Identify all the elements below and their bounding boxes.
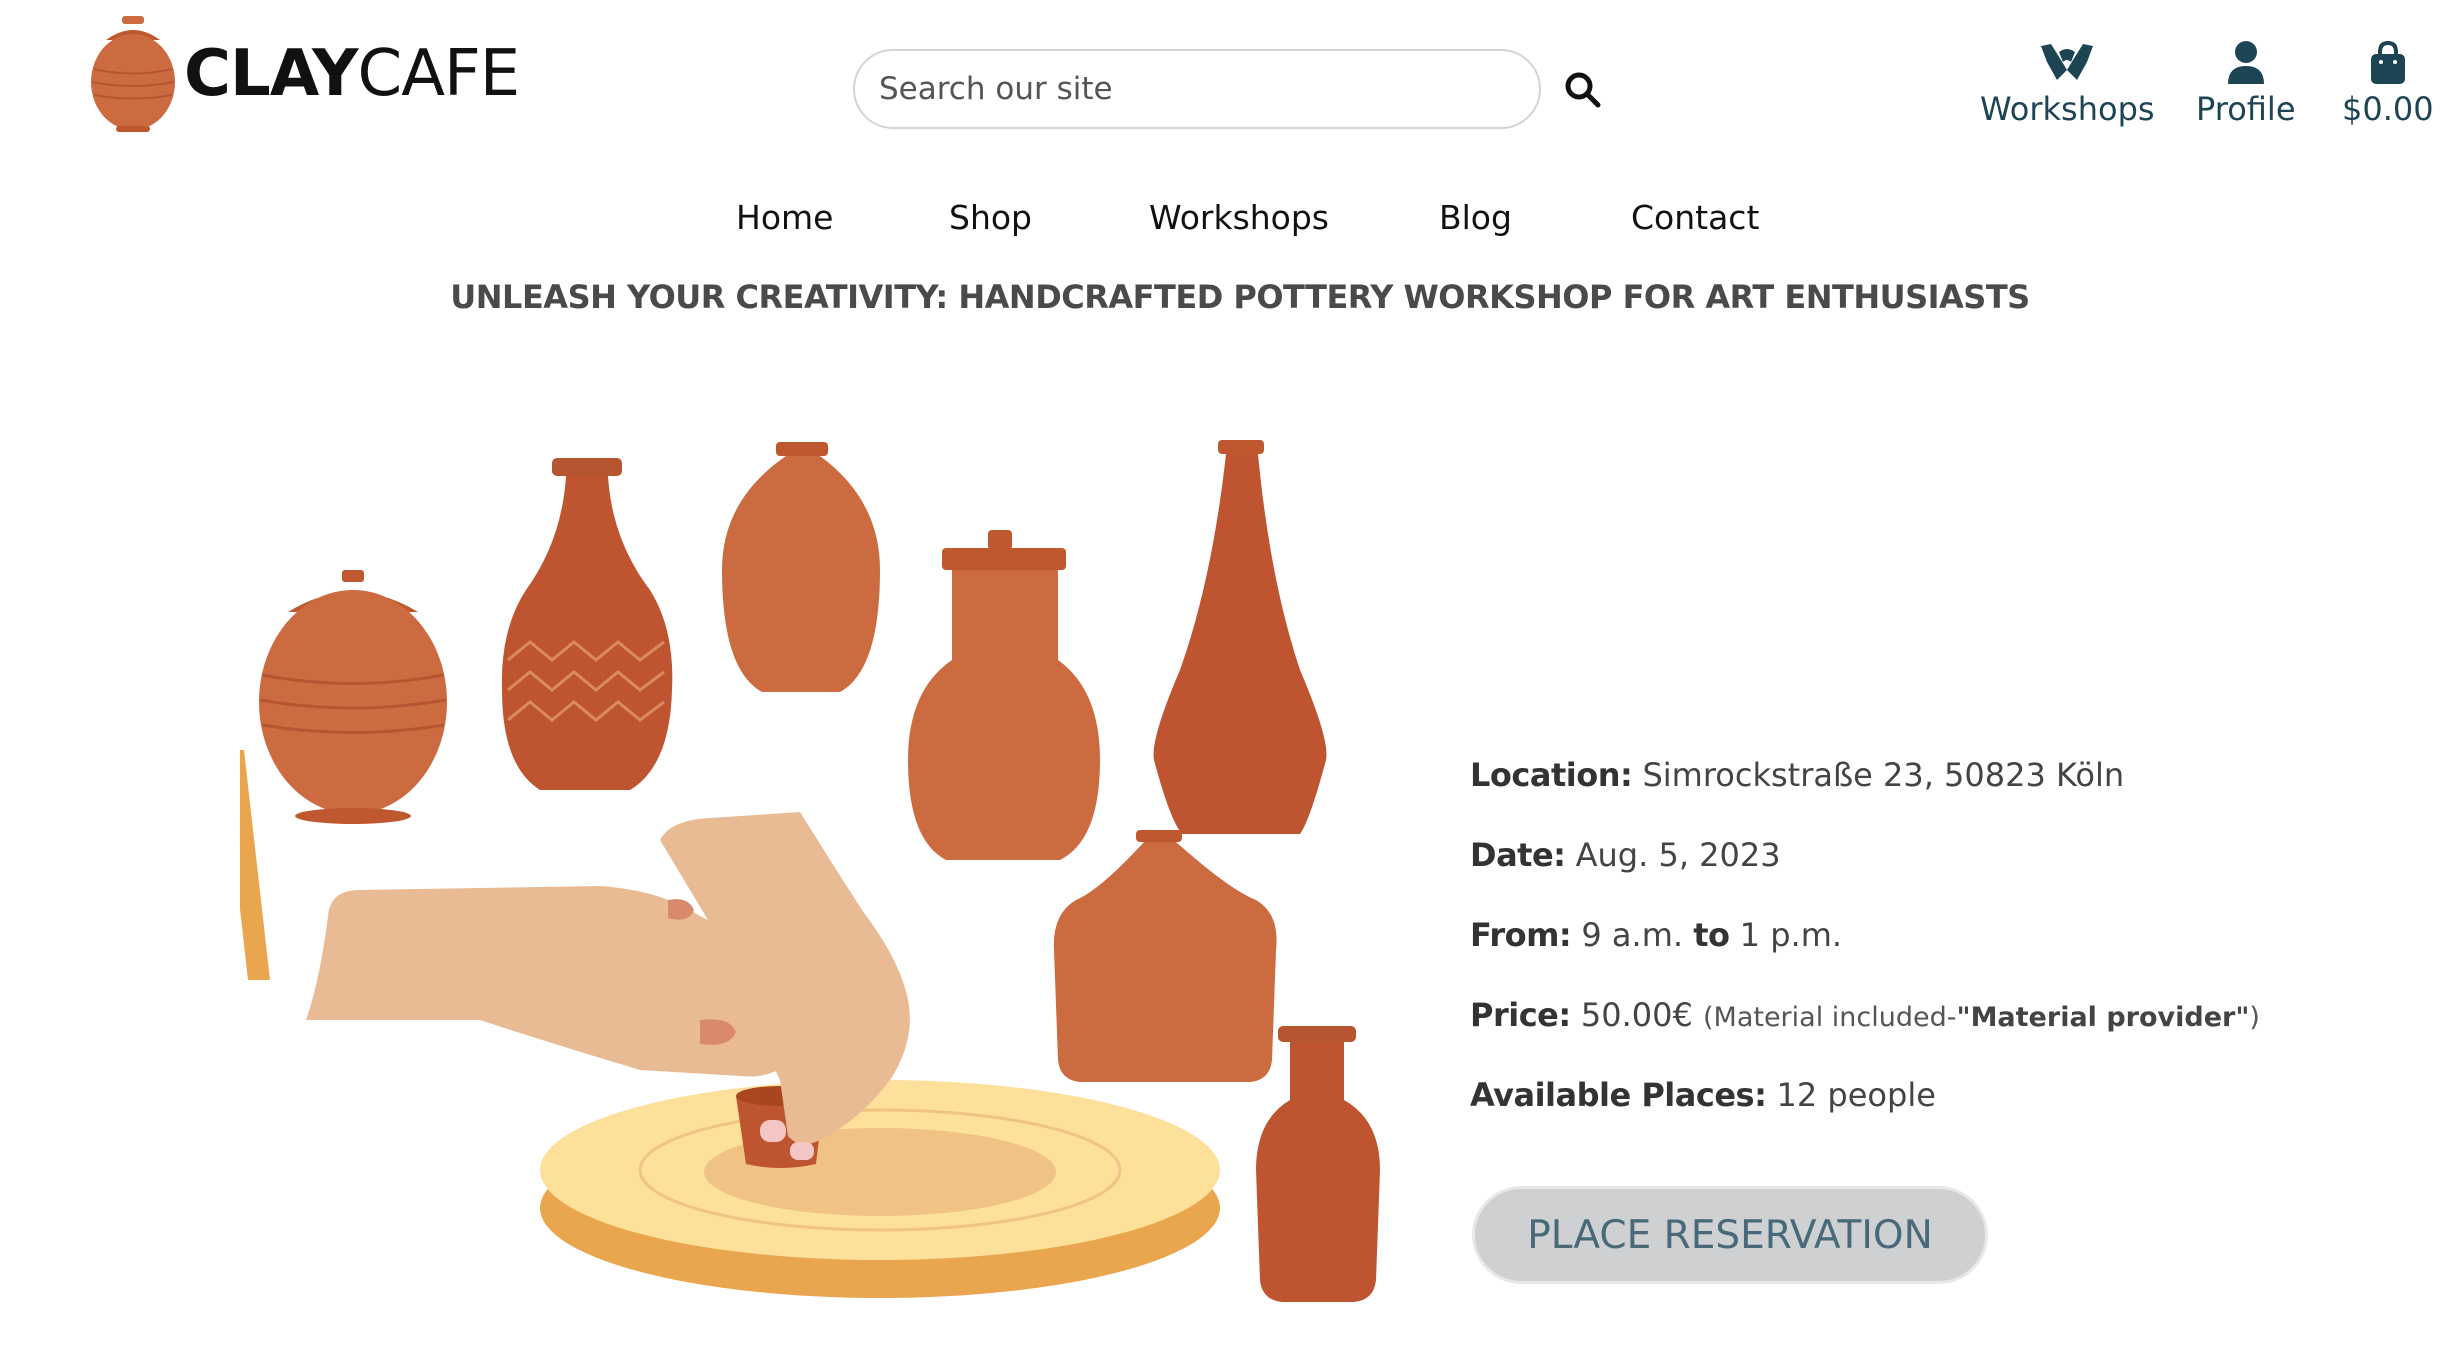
nav-contact[interactable]: Contact	[1631, 198, 1759, 237]
pottery-illustration	[240, 440, 1380, 1302]
pottery-wheel	[540, 1080, 1220, 1298]
pottery-tools	[240, 750, 270, 980]
header-workshops-link[interactable]: Workshops	[1980, 40, 2155, 128]
vase-oval	[722, 442, 880, 692]
vase-cylinder	[908, 530, 1100, 860]
search-input[interactable]	[853, 49, 1541, 129]
price-note: (Material included-"Material provider")	[1702, 1002, 2260, 1033]
site-logo[interactable]: CLAYCAFE	[88, 14, 520, 134]
detail-date: Date: Aug. 5, 2023	[1470, 836, 1781, 874]
detail-price: Price: 50.00€ (Material included-"Materi…	[1470, 996, 2260, 1034]
logo-wordmark: CLAYCAFE	[184, 37, 520, 111]
workshops-hands-icon	[2041, 44, 2094, 80]
workshop-details: Location: Simrockstraße 23, 50823 Köln D…	[1470, 755, 2370, 1155]
page-title: UNLEASH YOUR CREATIVITY: HANDCRAFTED POT…	[450, 278, 2030, 316]
vase-zigzag-bottle	[501, 458, 673, 790]
header-profile-link[interactable]: Profile	[2196, 40, 2296, 128]
search-container	[853, 49, 1541, 129]
search-icon[interactable]	[1563, 70, 1603, 110]
profile-icon	[2227, 41, 2264, 84]
detail-time: From: 9 a.m. to 1 p.m.	[1470, 916, 1843, 954]
nav-home[interactable]: Home	[736, 198, 833, 237]
nav-blog[interactable]: Blog	[1439, 198, 1512, 237]
vase-conical	[1153, 440, 1327, 834]
place-reservation-button[interactable]: PLACE RESERVATION	[1472, 1186, 1988, 1284]
vase-small-bottle	[1256, 1026, 1380, 1302]
vase-lidded-jar	[259, 570, 447, 824]
vase-squat	[1053, 830, 1277, 1082]
header-workshops-label: Workshops	[1980, 90, 2155, 128]
detail-location: Location: Simrockstraße 23, 50823 Köln	[1470, 756, 2125, 794]
main-navigation: Home Shop Workshops Blog Contact	[0, 198, 2457, 248]
logo-pot-icon	[91, 16, 175, 132]
hands	[306, 812, 910, 1160]
shopping-bag-icon	[2370, 40, 2405, 84]
header-cart-link[interactable]: $0.00	[2342, 40, 2434, 128]
detail-places: Available Places: 12 people	[1470, 1076, 1936, 1114]
nav-shop[interactable]: Shop	[949, 198, 1032, 237]
header-profile-label: Profile	[2196, 90, 2296, 128]
nav-workshops[interactable]: Workshops	[1149, 198, 1329, 237]
header-cart-total: $0.00	[2342, 90, 2434, 128]
